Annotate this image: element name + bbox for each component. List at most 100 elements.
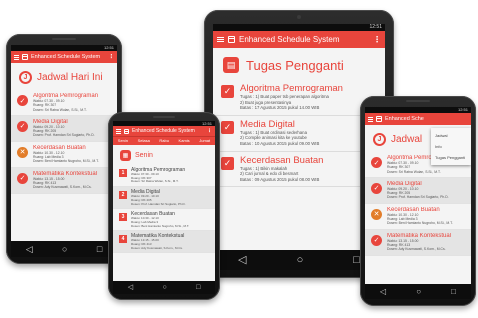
back-icon[interactable]: ◁ — [128, 284, 133, 291]
task-name: Kecerdasan Buatan — [240, 154, 324, 166]
number-badge: 4 — [119, 235, 127, 244]
action-bar: Enhanced Sche — [365, 113, 471, 125]
status-bar: 12:51 — [213, 24, 385, 31]
calendar-icon — [376, 116, 382, 122]
hamburger-icon[interactable] — [217, 36, 224, 43]
nav-bar: ◁ ○ □ — [365, 284, 471, 299]
status-time: 12:51 — [369, 24, 382, 30]
right-speaker — [406, 100, 430, 102]
schedule-row[interactable]: ✕ Kecerdasan Buatan Waktu: 10.30 - 12.10 Ru… — [11, 142, 117, 168]
course-detail: Dosen: Prof. Hamdan Sri Sugiarto, Ph.D. — [33, 133, 95, 138]
number-badge: 1 — [119, 169, 127, 177]
tablet-camera — [297, 15, 301, 19]
course-detail: Dosen: Beni Hamianto Nugroho, M.Si., M.T… — [33, 159, 99, 164]
recent-apps-icon[interactable]: □ — [451, 287, 456, 296]
schedule-text: Algoritma Pemrograman Waktu: 07.30 - 09.1… — [131, 167, 211, 184]
action-bar: Enhanced Schedule System ⋮ — [11, 51, 117, 63]
check-circle-icon: ✓ — [371, 182, 382, 194]
recent-apps-icon[interactable]: □ — [196, 284, 200, 291]
schedule-text: Media Digital Waktu: 09.20 - 10.10 Ruang: … — [33, 119, 113, 138]
schedule-row[interactable]: ✓ Matematika Kontekstual Waktu: 13.15 - 15… — [11, 167, 117, 194]
menu-item-jadwal[interactable]: Jadwal — [431, 130, 471, 141]
home-icon[interactable]: ○ — [162, 284, 166, 291]
task-detail: Batas : 10 Agustus 2015 pukul 09.00 WIB — [240, 140, 320, 146]
status-time: 12:51 — [103, 45, 114, 50]
course-detail: Dosen: Prof. Hamdan Sri Sugiarto, Ph.D. — [387, 195, 449, 200]
hamburger-icon[interactable] — [116, 128, 121, 135]
schedule-row[interactable]: 4 Matematika Kontekstual Waktu: 13.15 - 15… — [113, 231, 215, 254]
action-bar: Enhanced Schedule System ⋮ — [213, 31, 385, 48]
home-icon[interactable]: ○ — [297, 254, 304, 266]
left-phone-device: 12:51 Enhanced Schedule System ⋮ J Jadwa… — [6, 34, 122, 264]
home-icon[interactable]: ○ — [62, 244, 67, 254]
home-icon[interactable]: ○ — [416, 287, 421, 296]
check-icon: ✓ — [221, 85, 234, 98]
check-icon: ✓ — [221, 156, 234, 170]
task-name: Algoritma Pemrograman — [240, 83, 343, 94]
page-title: Jadwal — [391, 134, 423, 145]
schedule-list: 1 Algoritma Pemrograman Waktu: 07.30 - 09.… — [113, 165, 215, 254]
schedule-row[interactable]: ✓ Media Digital Waktu: 09.20 - 10.10 Ruang:… — [11, 115, 117, 142]
status-time: 12:51 — [201, 121, 212, 126]
overflow-menu-icon[interactable]: ⋮ — [207, 128, 212, 134]
course-detail: Dosen: Ady Kusmawati, S.Kom., M.Cs. — [131, 246, 183, 250]
schedule-row[interactable]: ✓ Matematika Kontekstual Waktu: 13.15 - 15… — [365, 229, 471, 256]
course-detail: Dosen: Ady Kusmawati, S.Kom., M.Cs. — [33, 185, 92, 190]
schedule-list: ✓ Algoritma Pemrograman Waktu: 07.30 - 09.… — [11, 90, 117, 194]
cross-circle-icon: ✕ — [371, 208, 382, 220]
right-phone-screen: 12:51 Enhanced Sche J Jadwal ✓ Algoritma … — [365, 107, 471, 299]
number-badge: 3 — [119, 213, 127, 222]
tab-senin[interactable]: Senin — [118, 137, 128, 145]
task-detail: Batas : 09 Agustus 2015 pukul 08.00 WIB — [240, 176, 320, 182]
schedule-row[interactable]: ✕ Kecerdasan Buatan Waktu: 10.30 - 12.10 Ru… — [365, 204, 471, 230]
back-icon[interactable]: ◁ — [380, 287, 386, 296]
tab-jumat[interactable]: Jumat — [199, 137, 210, 145]
course-detail: Dosen: Sri Ratna Wulan, S.Si., M.T. — [33, 107, 87, 112]
schedule-row[interactable]: 1 Algoritma Pemrograman Waktu: 07.30 - 09.… — [113, 165, 215, 188]
page-heading: J Jadwal Hari Ini — [11, 63, 117, 90]
nav-bar: ◁ ○ □ — [11, 241, 117, 257]
middle-phone-device: 12:51 Enhanced Schedule System ⋮ Senin Se… — [108, 112, 220, 300]
task-text: Media Digital Tugas : 1) Buat ordinasi se… — [240, 119, 379, 147]
schedule-row[interactable]: 3 Kecerdasan Buatan Waktu: 10.30 - 12.10 Ru… — [113, 209, 215, 232]
schedule-row[interactable]: ✓ Media Digital Waktu: 09.20 - 10.10 Ruang:… — [365, 177, 471, 204]
overflow-menu: Jadwal Info Tugas Pengganti — [431, 128, 471, 165]
overflow-menu-icon[interactable]: ⋮ — [109, 54, 115, 60]
check-circle-icon: ✓ — [17, 95, 28, 106]
recent-apps-icon[interactable]: □ — [353, 254, 360, 266]
nav-bar: ◁ ○ □ — [113, 281, 215, 294]
schedule-list: ✓ Algoritma Pemrograman Waktu: 07.30 - 09.… — [365, 152, 471, 256]
app-title: Enhanced Schedule System — [31, 54, 101, 60]
task-text: Kecerdasan Buatan Tugas : 1) Bikin makala… — [240, 155, 379, 183]
course-detail: Dosen: Beni Hamianto Nugroho, M.Si., M.T… — [387, 221, 453, 226]
course-detail: Dosen: Sri Ratna Wulan, S.Si., M.T. — [131, 180, 179, 184]
app-title: Enhanced Schedule System — [132, 128, 195, 134]
schedule-row[interactable]: 2 Media Digital Waktu: 09.20 - 10.10 Ruang:… — [113, 187, 215, 210]
cross-circle-icon: ✕ — [17, 146, 28, 158]
tab-selasa[interactable]: Selasa — [138, 137, 150, 145]
schedule-text: Media Digital Waktu: 09.20 - 10.10 Ruang: … — [131, 189, 211, 206]
overflow-menu-icon[interactable]: ⋮ — [373, 35, 381, 44]
right-phone-device: 12:51 Enhanced Sche J Jadwal ✓ Algoritma … — [360, 96, 476, 306]
back-icon[interactable]: ◁ — [26, 244, 33, 254]
calendar-icon — [228, 36, 235, 43]
left-phone-screen: 12:51 Enhanced Schedule System ⋮ J Jadwa… — [11, 45, 117, 257]
hamburger-icon[interactable] — [14, 54, 19, 61]
page-title: Senin — [135, 152, 153, 159]
schedule-text: Media Digital Waktu: 09.20 - 10.10 Ruang: … — [387, 181, 467, 200]
hamburger-icon[interactable] — [368, 116, 373, 123]
menu-item-info[interactable]: Info — [431, 141, 471, 152]
clock-icon: J — [373, 133, 386, 146]
schedule-row[interactable]: ✓ Algoritma Pemrograman Waktu: 07.30 - 09.… — [11, 90, 117, 116]
calendar-day-icon: ▦ — [120, 150, 131, 161]
schedule-text: Kecerdasan Buatan Waktu: 10.30 - 12.10 Rua… — [33, 145, 113, 164]
menu-item-tugas-pengganti[interactable]: Tugas Pengganti — [431, 152, 471, 163]
tab-rabu[interactable]: Rabu — [159, 137, 169, 145]
app-title: Enhanced Schedule System — [239, 35, 340, 44]
task-name: Media Digital — [240, 118, 295, 130]
back-icon[interactable]: ◁ — [238, 254, 246, 266]
page-heading: ▦ Senin — [113, 145, 215, 165]
tab-kamis[interactable]: Kamis — [179, 137, 190, 145]
recent-apps-icon[interactable]: □ — [97, 244, 102, 254]
app-title: Enhanced Sche — [385, 116, 424, 122]
